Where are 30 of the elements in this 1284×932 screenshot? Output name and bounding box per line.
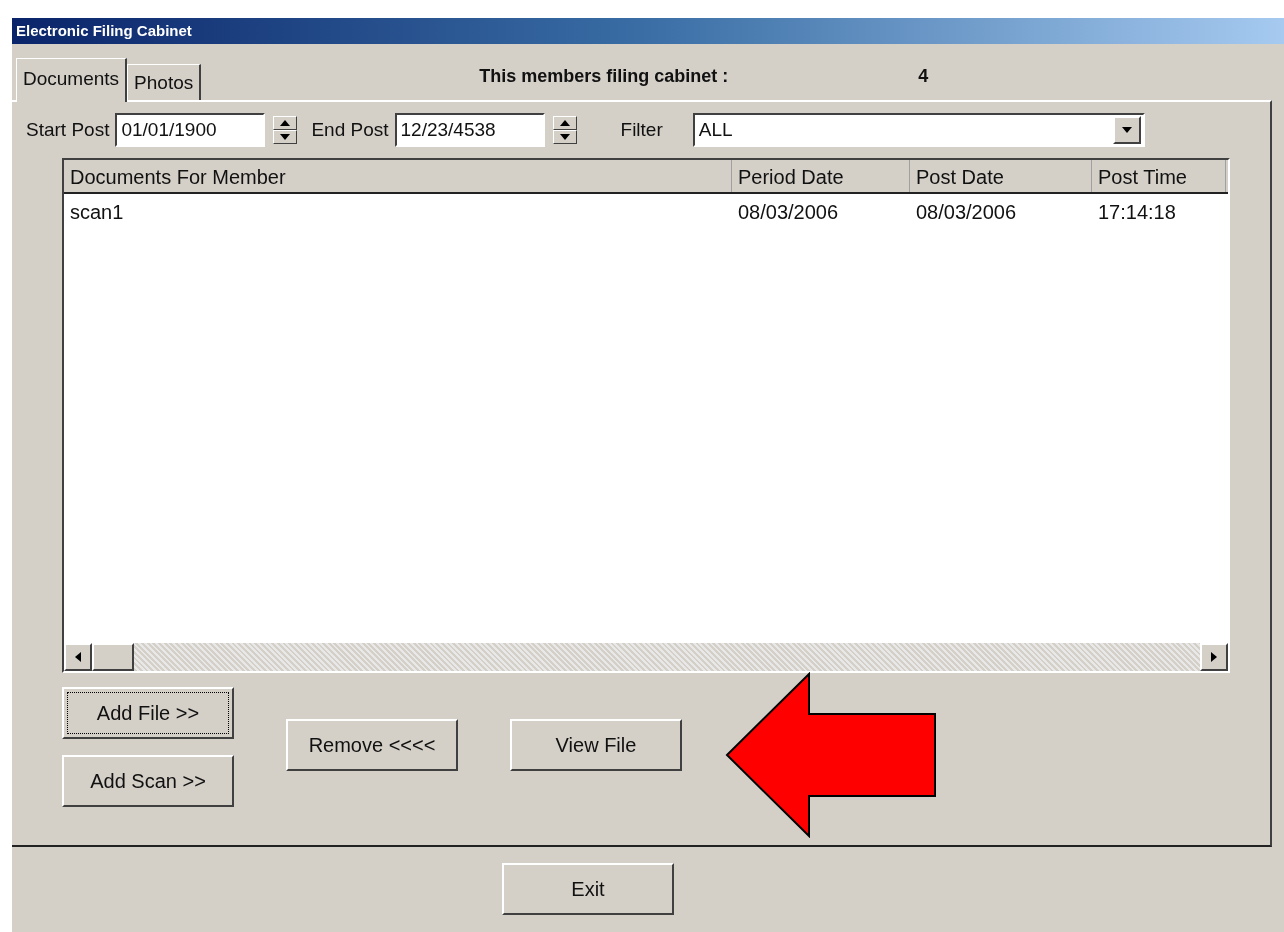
scroll-thumb[interactable]: [92, 643, 134, 671]
action-button[interactable]: View File: [510, 719, 682, 771]
spin-buttons[interactable]: [273, 116, 298, 144]
table-cell-text: 08/03/2006: [915, 200, 1018, 225]
window-title: Electronic Filing Cabinet: [12, 18, 1284, 44]
filter-label: Filter: [620, 117, 663, 142]
action-button[interactable]: Remove <<<<: [286, 719, 458, 771]
scroll-left-icon[interactable]: [64, 643, 92, 671]
start-post-label: Start Post: [26, 117, 110, 142]
action-button[interactable]: Add File >>: [62, 687, 234, 739]
date-field[interactable]: 01/01/1900: [115, 113, 266, 147]
column-header[interactable]: Period Date: [732, 160, 910, 192]
spin-buttons[interactable]: [552, 116, 577, 144]
column-header[interactable]: Post Date: [910, 160, 1092, 192]
action-button[interactable]: Add Scan >>: [62, 755, 234, 807]
date-field[interactable]: 12/23/4538: [394, 113, 545, 147]
column-header[interactable]: Post Time: [1092, 160, 1226, 192]
table-cell-text: 08/03/2006: [737, 200, 840, 225]
cabinet-label: This members filing cabinet :: [479, 64, 729, 88]
table-cell-text: 17:14:18: [1097, 200, 1177, 225]
filter-dropdown[interactable]: ALL: [692, 113, 1145, 147]
end-post-label: End Post: [311, 117, 389, 142]
table-cell-text: scan1: [69, 200, 125, 225]
tab[interactable]: Photos: [127, 64, 202, 100]
column-header[interactable]: Documents For Member: [64, 160, 732, 192]
cabinet-count: 4: [918, 64, 929, 88]
horizontal-scrollbar[interactable]: [64, 643, 1228, 671]
tab[interactable]: Documents: [16, 58, 128, 102]
scroll-right-icon[interactable]: [1200, 643, 1228, 671]
exit-button[interactable]: Exit: [502, 863, 674, 915]
